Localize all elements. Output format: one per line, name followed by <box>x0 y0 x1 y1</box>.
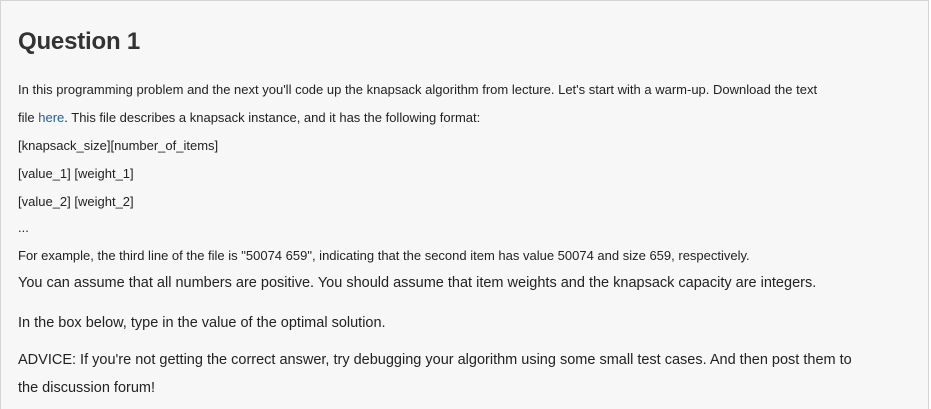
question-title: Question 1 <box>18 28 141 55</box>
format-line-header: [knapsack_size][number_of_items] <box>18 138 219 153</box>
intro-text-line-1: In this programming problem and the next… <box>18 82 818 97</box>
example-text: For example, the third line of the file … <box>18 248 750 263</box>
intro-text-line-2: file here. This file describes a knapsac… <box>18 110 480 125</box>
download-link[interactable]: here <box>38 110 64 125</box>
advice-text-line-2: the discussion forum! <box>18 380 156 396</box>
intro-suffix: . This file describes a knapsack instanc… <box>64 110 481 125</box>
intro-prefix: file <box>18 110 39 125</box>
format-line-item-2: [value_2] [weight_2] <box>18 194 134 209</box>
format-line-item-1: [value_1] [weight_1] <box>18 166 134 181</box>
instruction-text: In the box below, type in the value of t… <box>18 315 386 331</box>
question-panel: Question 1 In this programming problem a… <box>0 0 929 409</box>
advice-text-line-1: ADVICE: If you're not getting the correc… <box>18 352 852 368</box>
format-line-ellipsis: ... <box>18 220 29 235</box>
assumption-text: You can assume that all numbers are posi… <box>18 275 817 291</box>
